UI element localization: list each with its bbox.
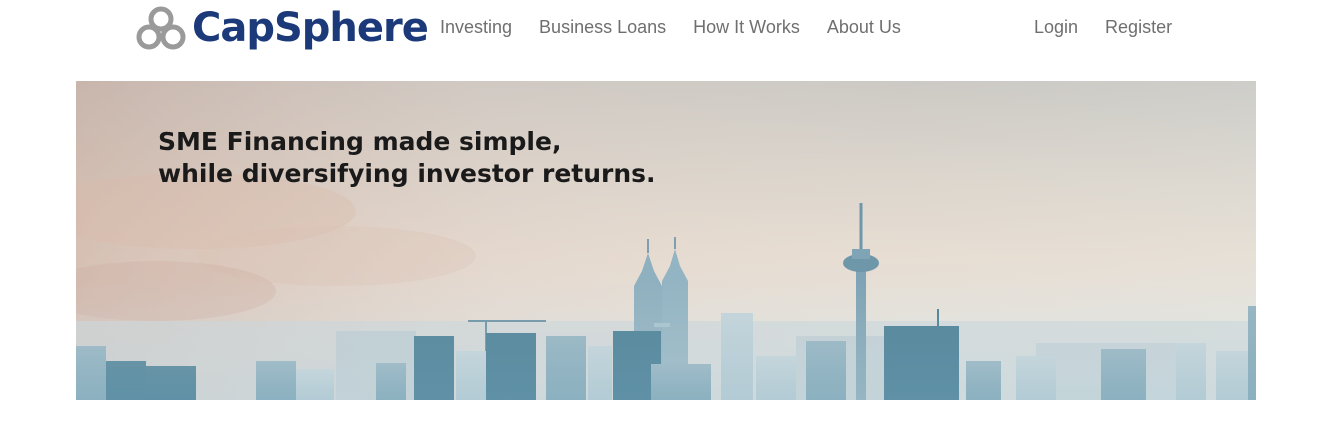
nav-investing[interactable]: Investing (440, 16, 512, 38)
navbar: CapSphere Investing Business Loans How I… (0, 0, 1324, 56)
register-link[interactable]: Register (1105, 16, 1172, 38)
trefoil-logo-icon (136, 6, 186, 50)
nav-about-us[interactable]: About Us (827, 16, 901, 38)
auth-nav: Login Register (1034, 16, 1172, 38)
login-link[interactable]: Login (1034, 16, 1078, 38)
hero-headline: SME Financing made simple, while diversi… (158, 126, 656, 190)
hero-banner: SME Financing made simple, while diversi… (76, 81, 1256, 400)
hero-headline-line-1: SME Financing made simple, (158, 127, 562, 156)
brand-name: CapSphere (192, 5, 429, 51)
nav-how-it-works[interactable]: How It Works (693, 16, 800, 38)
nav-business-loans[interactable]: Business Loans (539, 16, 666, 38)
capsphere-logo[interactable]: CapSphere (136, 4, 429, 52)
hero-headline-line-2: while diversifying investor returns. (158, 159, 656, 188)
main-nav: Investing Business Loans How It Works Ab… (440, 16, 901, 38)
